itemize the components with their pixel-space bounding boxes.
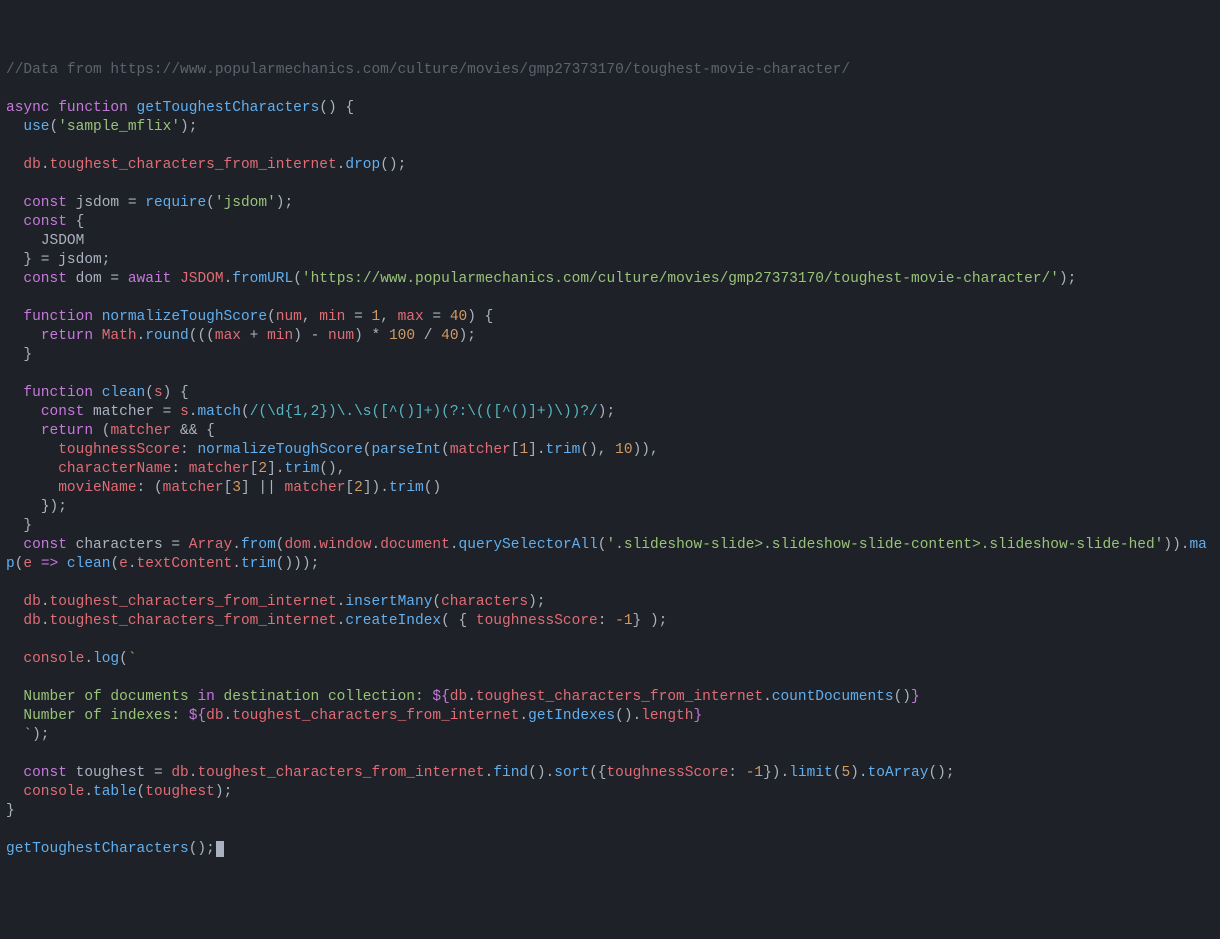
str-dest: destination collection: (215, 689, 433, 705)
fn-count: countDocuments (772, 689, 894, 705)
kw-return: return (41, 328, 93, 344)
num-40: 40 (441, 328, 458, 344)
prop-charname: characterName (58, 461, 171, 477)
code-editor[interactable]: //Data from https://www.popularmechanics… (6, 61, 1214, 859)
num-100: 100 (389, 328, 415, 344)
id-length: length (641, 708, 693, 724)
id-coll: toughest_characters_from_internet (50, 157, 337, 173)
id-console: console (23, 784, 84, 800)
fn-trim: trim (546, 442, 581, 458)
fn-name: getToughestCharacters (137, 100, 320, 116)
fn-createindex: createIndex (345, 613, 441, 629)
backtick: ` (128, 651, 137, 667)
fn-match: match (197, 404, 241, 420)
num-2b: 2 (354, 480, 363, 496)
fn-limit: limit (789, 765, 833, 781)
id-array: Array (189, 537, 233, 553)
num-2: 2 (258, 461, 267, 477)
fn-trim: trim (284, 461, 319, 477)
num-neg1: -1 (746, 765, 763, 781)
num-10: 10 (615, 442, 632, 458)
id-math: Math (102, 328, 137, 344)
fn-trim: trim (389, 480, 424, 496)
kw-const: const (41, 404, 85, 420)
regex: /(\d{1,2})\.\s([^()]+)(?:\(([^()]+)\))?/ (250, 404, 598, 420)
fn-normalize: normalizeToughScore (102, 309, 267, 325)
id-matcher: matcher (93, 404, 154, 420)
kw-function: function (23, 385, 93, 401)
fn-log: log (93, 651, 119, 667)
kw-function: function (23, 309, 93, 325)
fn-getindexes: getIndexes (528, 708, 615, 724)
fn-find: find (493, 765, 528, 781)
comment-line: //Data from https://www.popularmechanics… (6, 62, 850, 78)
id-db: db (171, 765, 188, 781)
kw-in: in (197, 689, 214, 705)
id-db: db (23, 157, 40, 173)
text-cursor (216, 841, 224, 857)
kw-const: const (23, 765, 67, 781)
id-coll: toughest_characters_from_internet (197, 765, 484, 781)
num-5: 5 (841, 765, 850, 781)
fn-from: from (241, 537, 276, 553)
id-coll: toughest_characters_from_internet (50, 594, 337, 610)
fn-normalize2: normalizeToughScore (197, 442, 362, 458)
fn-round: round (145, 328, 189, 344)
num-1: 1 (519, 442, 528, 458)
fn-parseInt: parseInt (371, 442, 441, 458)
kw-return: return (41, 423, 93, 439)
kw-async: async (6, 100, 50, 116)
prop-toughness: toughnessScore (606, 765, 728, 781)
id-characters: characters (76, 537, 163, 553)
id-db: db (23, 594, 40, 610)
prop-toughness: toughnessScore (476, 613, 598, 629)
id-jsdom2: jsdom (58, 252, 102, 268)
fn-clean2: clean (67, 556, 111, 572)
str-jsdom: 'jsdom' (215, 195, 276, 211)
fn-table: table (93, 784, 137, 800)
fn-toarray: toArray (868, 765, 929, 781)
fn-drop: drop (345, 157, 380, 173)
fn-sort: sort (554, 765, 589, 781)
prop-toughness: toughnessScore (58, 442, 180, 458)
id-JSDOM: JSDOM (41, 233, 85, 249)
kw-const: const (23, 195, 67, 211)
param-s: s (154, 385, 163, 401)
fn-trim: trim (241, 556, 276, 572)
id-console: console (23, 651, 84, 667)
kw-const: const (23, 271, 67, 287)
prop-moviename: movieName (58, 480, 136, 496)
fn-fromURL: fromURL (232, 271, 293, 287)
fn-use: use (23, 119, 49, 135)
fn-call: getToughestCharacters (6, 841, 189, 857)
id-toughest: toughest (76, 765, 146, 781)
fn-clean: clean (102, 385, 146, 401)
fn-qsa: querySelectorAll (459, 537, 598, 553)
id-toughest-arg: toughest (145, 784, 215, 800)
id-characters-arg: characters (441, 594, 528, 610)
kw-await: await (128, 271, 172, 287)
num-3: 3 (232, 480, 241, 496)
kw-function: function (58, 100, 128, 116)
fn-require: require (145, 195, 206, 211)
id-JSDOM2: JSDOM (180, 271, 224, 287)
str-selector: '.slideshow-slide>.slideshow-slide-conte… (606, 537, 1163, 553)
fn-insertmany: insertMany (345, 594, 432, 610)
kw-const: const (23, 214, 67, 230)
num-neg1: -1 (615, 613, 632, 629)
id-jsdom: jsdom (76, 195, 120, 211)
id-coll: toughest_characters_from_internet (50, 613, 337, 629)
id-db: db (23, 613, 40, 629)
kw-const: const (23, 537, 67, 553)
str-db: 'sample_mflix' (58, 119, 180, 135)
str-url: 'https://www.popularmechanics.com/cultur… (302, 271, 1059, 287)
id-dom: dom (76, 271, 102, 287)
